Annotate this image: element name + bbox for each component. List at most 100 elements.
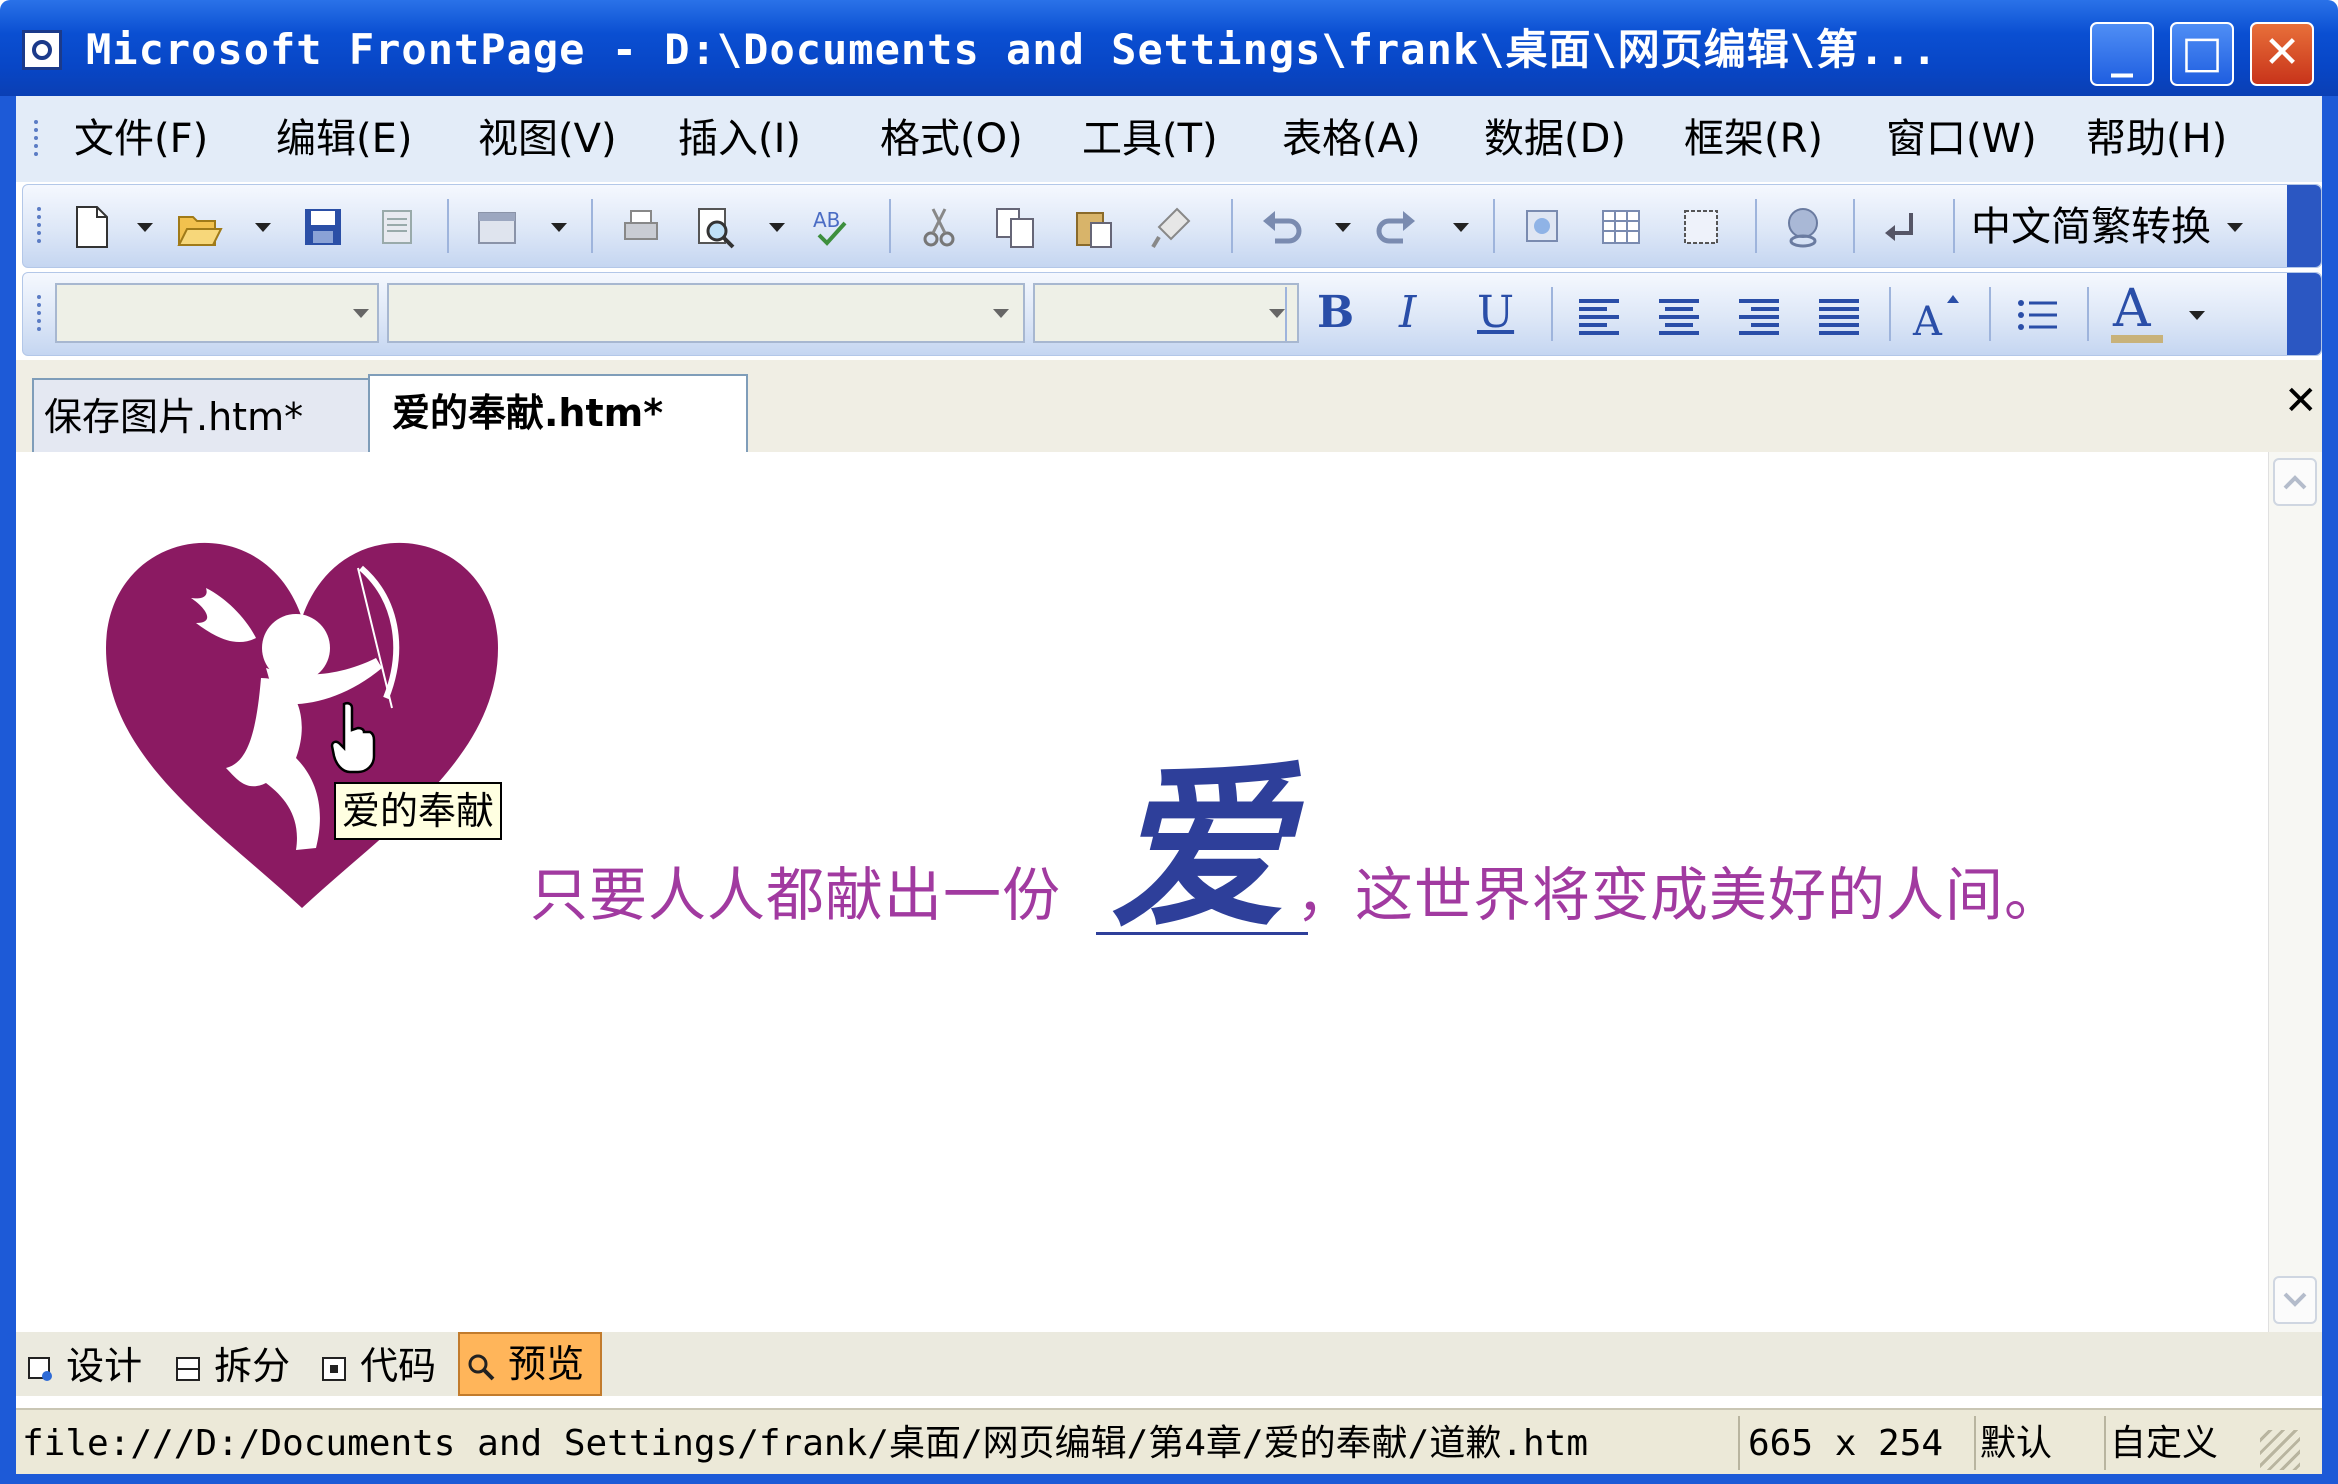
toolbar-options-button[interactable]	[2287, 273, 2321, 355]
svg-text:AB: AB	[813, 208, 840, 232]
new-dropdown-icon[interactable]	[137, 223, 153, 232]
status-separator	[2104, 1416, 2106, 1470]
undo-dropdown-icon[interactable]	[1335, 223, 1351, 232]
justify-icon[interactable]	[1815, 291, 1863, 339]
vertical-scrollbar[interactable]	[2268, 452, 2323, 1332]
web-component-icon[interactable]	[473, 203, 521, 251]
close-document-icon[interactable]: ✕	[2284, 378, 2318, 424]
chinese-convert-dropdown-icon[interactable]	[2227, 223, 2243, 232]
hand-cursor-icon	[330, 701, 376, 774]
font-size-combo[interactable]	[1033, 283, 1299, 343]
maximize-button[interactable]: □	[2170, 22, 2234, 86]
insert-layer-icon[interactable]	[1517, 203, 1565, 251]
title-bar[interactable]: Microsoft FrontPage - D:\Documents and S…	[0, 0, 2338, 96]
italic-button[interactable]: I	[1399, 287, 1416, 338]
menubar-grip[interactable]	[34, 120, 44, 156]
cut-icon[interactable]	[915, 203, 963, 251]
undo-icon[interactable]	[1257, 203, 1305, 251]
bullet-list-icon[interactable]	[2013, 291, 2061, 339]
page-preview[interactable]: 爱的奉献 只要人人都献出一份 爱 ，这世界将变成美好的人间。	[16, 452, 2322, 1332]
toolbar-options-button[interactable]	[2287, 185, 2321, 267]
slogan-text-after: ，这世界将变成美好的人间。	[1296, 861, 2064, 929]
style-combo[interactable]	[55, 283, 379, 343]
chinese-convert-button[interactable]: 中文简繁转换	[1971, 199, 2211, 255]
toolbar-separator	[1231, 199, 1233, 253]
align-left-icon[interactable]	[1575, 291, 1623, 339]
doc-tab-love-dedication[interactable]: 爱的奉献.htm*	[368, 374, 748, 452]
chevron-up-icon	[2283, 475, 2307, 490]
redo-icon[interactable]	[1373, 203, 1421, 251]
align-right-icon[interactable]	[1735, 291, 1783, 339]
font-color-button[interactable]: A	[2113, 279, 2151, 339]
scroll-down-button[interactable]	[2273, 1276, 2317, 1324]
status-separator	[1738, 1416, 1740, 1470]
frontpage-app-icon[interactable]	[22, 30, 62, 70]
view-tab-code-label: 代码	[360, 1344, 437, 1388]
menu-data[interactable]: 数据(D)	[1484, 112, 1626, 166]
menu-table[interactable]: 表格(A)	[1282, 112, 1421, 166]
font-color-dropdown-icon[interactable]	[2189, 311, 2205, 320]
print-icon[interactable]	[617, 203, 665, 251]
slogan-text-before: 只要人人都献出一份	[530, 861, 1062, 929]
menu-format[interactable]: 格式(O)	[880, 112, 1023, 166]
preview-dropdown-icon[interactable]	[769, 223, 785, 232]
status-bar: file:///D:/Documents and Settings/frank/…	[16, 1408, 2322, 1476]
menu-view[interactable]: 视图(V)	[478, 112, 617, 166]
close-icon: ✕	[2263, 27, 2301, 78]
chevron-down-icon	[353, 309, 369, 318]
chevron-down-icon	[1269, 309, 1285, 318]
menu-frames[interactable]: 框架(R)	[1684, 112, 1823, 166]
bold-button[interactable]: B	[1317, 287, 1354, 338]
cupid-heart-image[interactable]	[96, 528, 508, 918]
paste-icon[interactable]	[1069, 203, 1117, 251]
view-tab-split[interactable]: 拆分	[174, 1340, 314, 1392]
scroll-up-button[interactable]	[2273, 458, 2317, 506]
spelling-icon[interactable]: AB	[809, 203, 857, 251]
copy-icon[interactable]	[991, 203, 1039, 251]
view-tab-preview[interactable]: 预览	[458, 1332, 602, 1396]
align-center-icon[interactable]	[1655, 291, 1703, 339]
view-tab-design[interactable]: 设计	[26, 1340, 166, 1392]
window-frame-bottom	[0, 1474, 2338, 1484]
toolbar-separator	[447, 199, 449, 253]
status-mode-default[interactable]: 默认	[1980, 1418, 2052, 1470]
menu-window[interactable]: 窗口(W)	[1886, 112, 2037, 166]
status-mode-custom[interactable]: 自定义	[2110, 1418, 2218, 1470]
insert-table-icon[interactable]	[1597, 203, 1645, 251]
code-view-icon	[322, 1356, 346, 1381]
standard-toolbar: AB 中文简繁转换	[22, 184, 2322, 268]
toolbar-grip[interactable]	[37, 295, 47, 331]
menu-tools[interactable]: 工具(T)	[1082, 112, 1218, 166]
menu-help[interactable]: 帮助(H)	[2086, 112, 2227, 166]
toolbar-separator	[1853, 199, 1855, 253]
show-all-icon[interactable]	[1877, 203, 1925, 251]
menu-file[interactable]: 文件(F)	[74, 112, 208, 166]
doc-tab-save-image[interactable]: 保存图片.htm*	[32, 378, 372, 452]
minimize-button[interactable]: _	[2090, 22, 2154, 86]
publish-icon[interactable]	[373, 203, 421, 251]
open-icon[interactable]	[175, 203, 223, 251]
preview-icon[interactable]	[691, 203, 739, 251]
hyperlink-icon[interactable]	[1779, 203, 1827, 251]
view-tab-code[interactable]: 代码	[320, 1340, 460, 1392]
toolbar-grip[interactable]	[37, 207, 47, 243]
underline-button[interactable]: U	[1477, 287, 1514, 338]
close-button[interactable]: ✕	[2250, 22, 2314, 86]
toolbar-separator	[1989, 287, 1991, 341]
web-component-dropdown-icon[interactable]	[551, 223, 567, 232]
menu-edit[interactable]: 编辑(E)	[276, 112, 412, 166]
toolbar-separator	[889, 199, 891, 253]
save-icon[interactable]	[299, 203, 347, 251]
new-page-icon[interactable]	[67, 203, 115, 251]
insert-frame-icon[interactable]	[1677, 203, 1725, 251]
increase-font-size-icon[interactable]: A	[1911, 291, 1959, 339]
font-combo[interactable]	[387, 283, 1025, 343]
resize-grip-icon[interactable]	[2260, 1430, 2300, 1470]
font-color-swatch	[2111, 335, 2163, 343]
redo-dropdown-icon[interactable]	[1453, 223, 1469, 232]
window-frame-right	[2322, 96, 2338, 1484]
open-dropdown-icon[interactable]	[255, 223, 271, 232]
menu-insert[interactable]: 插入(I)	[678, 112, 801, 166]
format-painter-icon[interactable]	[1147, 203, 1195, 251]
status-page-dimensions[interactable]: 665 x 254	[1748, 1418, 1943, 1470]
